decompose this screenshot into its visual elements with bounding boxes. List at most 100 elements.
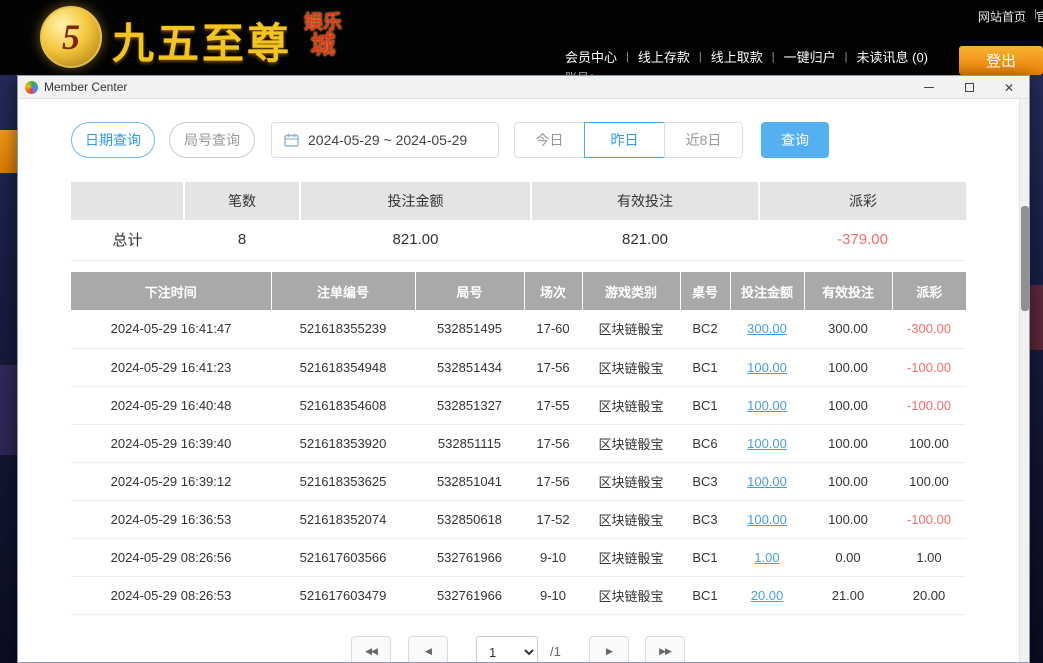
table-row: 2024-05-29 16:39:12521618353625532851041…: [71, 462, 966, 500]
nav-separator: |: [845, 51, 848, 63]
maximize-button[interactable]: [949, 76, 989, 99]
bet-amount-link[interactable]: 100.00: [747, 398, 787, 413]
column-header-bet_id: 注单编号: [271, 272, 415, 310]
cell-time: 2024-05-29 16:36:53: [71, 500, 271, 538]
page-select[interactable]: 1: [476, 636, 538, 662]
table-row: 2024-05-29 08:26:56521617603566532761966…: [71, 538, 966, 576]
site-header: 网站首页 | 官 5 九五至尊 娱乐 城 会员中心|线上存款|线上取款|一键归户…: [0, 0, 1043, 75]
cell-session: 17-55: [524, 386, 582, 424]
coin-logo-icon: 5: [40, 6, 102, 68]
calendar-icon: [284, 133, 299, 147]
tab-date-query[interactable]: 日期查询: [71, 122, 155, 158]
cell-table_no: BC3: [680, 500, 730, 538]
cell-valid: 100.00: [804, 424, 892, 462]
cell-payout: 100.00: [892, 462, 966, 500]
brand-subtitle-bottom: 城: [311, 33, 336, 59]
today-button[interactable]: 今日: [514, 122, 585, 158]
table-row: 2024-05-29 16:40:48521618354608532851327…: [71, 386, 966, 424]
cell-bet_id: 521618355239: [271, 310, 415, 348]
nav-item-unread-messages[interactable]: 未读讯息 (0): [857, 47, 929, 66]
cell-round: 532761966: [415, 538, 524, 576]
background-right-strip: [1030, 75, 1043, 663]
nav-item-one-key-transfer[interactable]: 一键归户: [784, 47, 836, 66]
window-content: 日期查询 局号查询 2024-05-29 ~ 2024-05-29 今日 昨日 …: [18, 99, 1029, 662]
nav-item-member-center[interactable]: 会员中心: [565, 47, 617, 66]
cell-payout: -100.00: [892, 348, 966, 386]
cell-valid: 0.00: [804, 538, 892, 576]
brand-title: 九五至尊: [112, 10, 292, 71]
nav-separator: |: [699, 51, 702, 63]
close-button[interactable]: ✕: [989, 76, 1029, 99]
site-nav: 会员中心|线上存款|线上取款|一键归户|未读讯息 (0): [565, 47, 928, 66]
cell-round: 532851327: [415, 386, 524, 424]
summary-total-label: 总计: [71, 220, 184, 260]
cell-bet_id: 521617603566: [271, 538, 415, 576]
coin-number: 5: [62, 16, 80, 58]
summary-valid-bet-value: 821.00: [531, 220, 759, 260]
summary-header-bet-amount: 投注金额: [300, 182, 531, 220]
cell-valid: 100.00: [804, 500, 892, 538]
window-title: Member Center: [44, 80, 127, 94]
nav-item-online-withdraw[interactable]: 线上取款: [711, 47, 763, 66]
last8days-button[interactable]: 近8日: [664, 122, 743, 158]
first-page-button[interactable]: ◀◀: [351, 636, 391, 662]
cell-session: 9-10: [524, 538, 582, 576]
table-row: 2024-05-29 16:39:40521618353920532851115…: [71, 424, 966, 462]
table-row: 2024-05-29 16:41:47521618355239532851495…: [71, 310, 966, 348]
bet-amount-link[interactable]: 20.00: [751, 588, 784, 603]
cell-bet_id: 521618354608: [271, 386, 415, 424]
home-link[interactable]: 网站首页: [978, 8, 1026, 25]
vertical-scrollbar[interactable]: [1019, 99, 1029, 662]
minimize-button[interactable]: [909, 76, 949, 99]
previous-page-button[interactable]: ◀: [408, 636, 448, 662]
page-total-label: /1: [550, 636, 561, 662]
column-header-game: 游戏类别: [582, 272, 680, 310]
minimize-icon: [924, 87, 934, 88]
scrollbar-thumb[interactable]: [1021, 206, 1029, 311]
cell-table_no: BC1: [680, 348, 730, 386]
bet-amount-link[interactable]: 100.00: [747, 360, 787, 375]
date-range-input[interactable]: 2024-05-29 ~ 2024-05-29: [271, 122, 499, 158]
bet-amount-link[interactable]: 100.00: [747, 474, 787, 489]
cell-payout: 20.00: [892, 576, 966, 614]
column-header-payout: 派彩: [892, 272, 966, 310]
column-header-session: 场次: [524, 272, 582, 310]
cell-session: 17-56: [524, 462, 582, 500]
tab-round-query[interactable]: 局号查询: [169, 122, 255, 158]
cell-bet_id: 521618353625: [271, 462, 415, 500]
bet-amount-link[interactable]: 300.00: [747, 321, 787, 336]
cell-time: 2024-05-29 16:41:47: [71, 310, 271, 348]
summary-total-row: 总计 8 821.00 821.00 -379.00: [71, 220, 966, 260]
last-page-button[interactable]: ▶▶: [645, 636, 685, 662]
cell-session: 17-60: [524, 310, 582, 348]
cell-amount: 100.00: [730, 500, 804, 538]
cell-valid: 21.00: [804, 576, 892, 614]
window-titlebar[interactable]: Member Center ✕: [18, 76, 1029, 99]
bet-amount-link[interactable]: 1.00: [754, 550, 779, 565]
summary-header-count: 笔数: [184, 182, 300, 220]
summary-header-blank: [71, 182, 184, 220]
cell-round: 532851041: [415, 462, 524, 500]
cell-game: 区块链骰宝: [582, 424, 680, 462]
bet-amount-link[interactable]: 100.00: [747, 512, 787, 527]
cell-time: 2024-05-29 08:26:56: [71, 538, 271, 576]
cell-round: 532761966: [415, 576, 524, 614]
cell-round: 532851115: [415, 424, 524, 462]
cell-bet_id: 521617603479: [271, 576, 415, 614]
query-button[interactable]: 查询: [761, 122, 829, 158]
yesterday-button[interactable]: 昨日: [584, 122, 665, 158]
cell-valid: 100.00: [804, 348, 892, 386]
cell-amount: 1.00: [730, 538, 804, 576]
logout-button[interactable]: 登出: [959, 46, 1043, 75]
bet-amount-link[interactable]: 100.00: [747, 436, 787, 451]
nav-separator: |: [772, 51, 775, 63]
cell-time: 2024-05-29 08:26:53: [71, 576, 271, 614]
next-page-button[interactable]: ▶: [589, 636, 629, 662]
table-row: 2024-05-29 16:41:23521618354948532851434…: [71, 348, 966, 386]
cell-time: 2024-05-29 16:41:23: [71, 348, 271, 386]
cell-bet_id: 521618353920: [271, 424, 415, 462]
nav-item-online-deposit[interactable]: 线上存款: [638, 47, 690, 66]
date-range-value: 2024-05-29 ~ 2024-05-29: [308, 132, 467, 148]
background-red-patch: [1030, 285, 1043, 350]
cell-amount: 100.00: [730, 348, 804, 386]
